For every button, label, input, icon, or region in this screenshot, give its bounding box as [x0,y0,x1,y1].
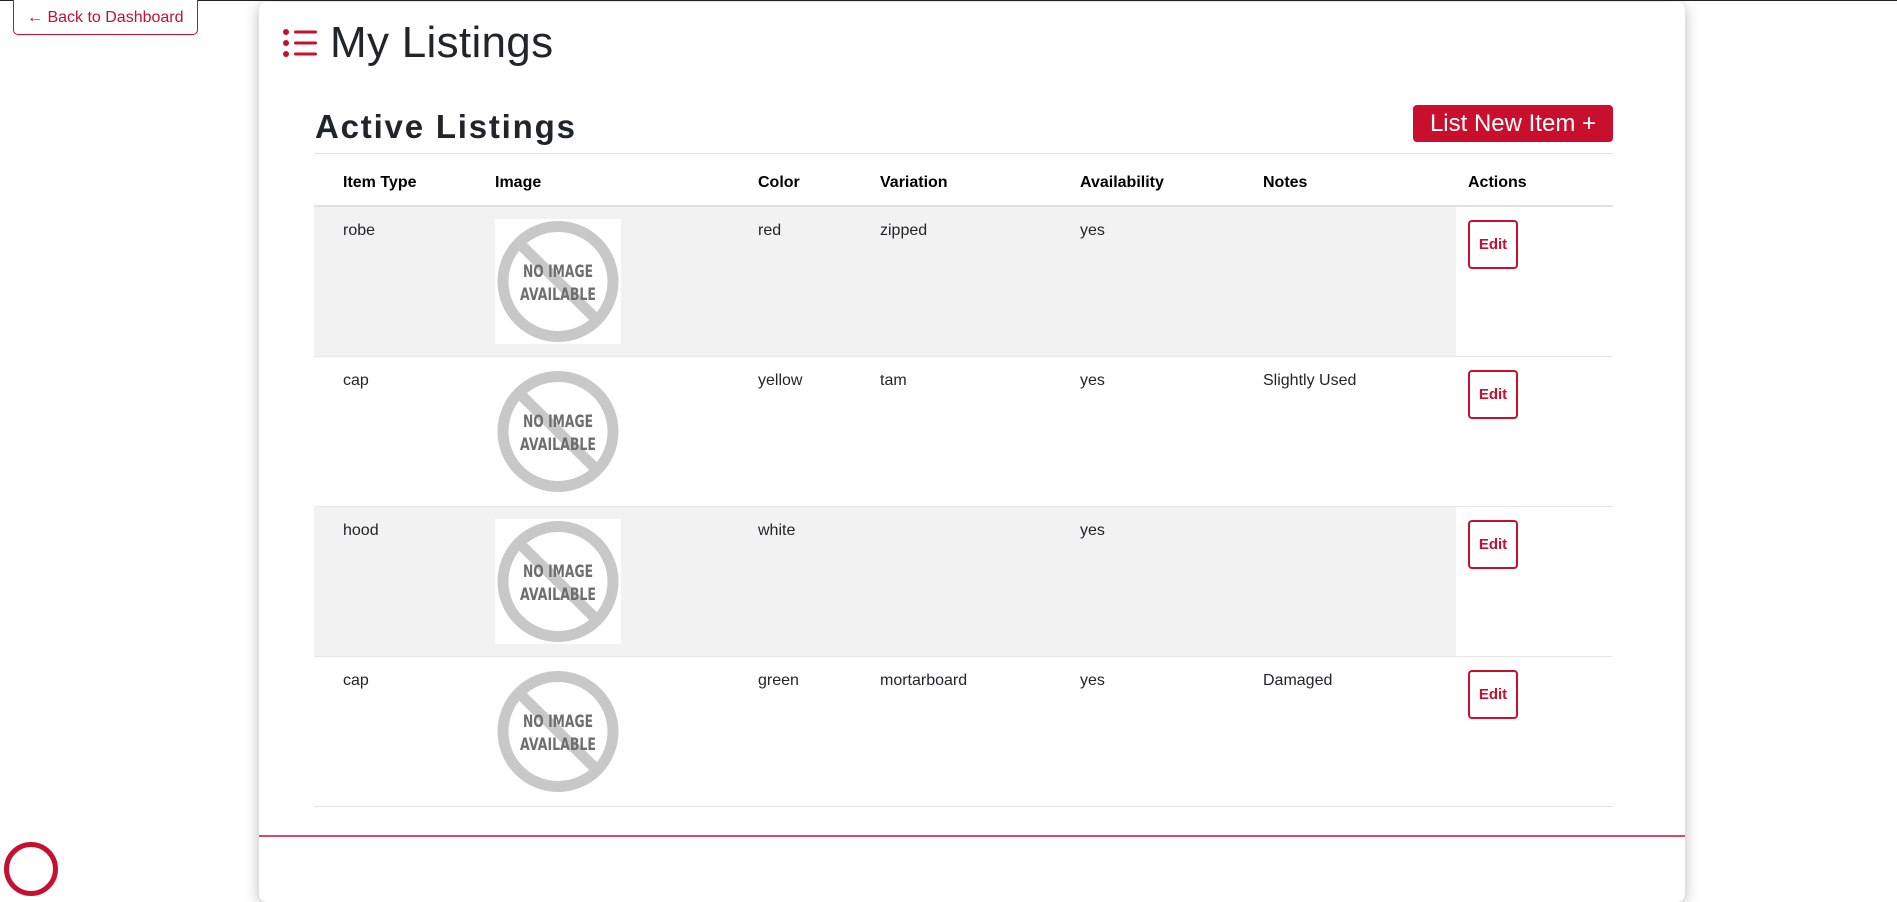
cell-color: red [746,206,868,357]
cell-availability: yes [1068,206,1251,357]
cell-availability: yes [1068,356,1251,507]
table-row: hood NO IMAGE AVAILABLE white yes Edit [314,506,1613,657]
no-image-text-line1: NO IMAGE [523,712,593,732]
back-to-dashboard-button[interactable]: ← Back to Dashboard [13,0,198,35]
cell-actions: Edit [1456,656,1613,807]
cell-variation: zipped [868,206,1068,357]
no-image-text-line1: NO IMAGE [523,562,593,582]
card-bottom-divider [259,835,1685,837]
header-actions: Actions [1456,154,1613,207]
cell-color: green [746,656,868,807]
header-color: Color [746,154,868,207]
cell-notes: Damaged [1251,656,1456,807]
no-image-text-line2: AVAILABLE [520,735,596,755]
no-image-placeholder-icon: NO IMAGE AVAILABLE [495,219,621,344]
cell-notes [1251,206,1456,357]
edit-button[interactable]: Edit [1468,669,1518,719]
cell-notes: Slightly Used [1251,356,1456,507]
cell-actions: Edit [1456,206,1613,357]
header-variation: Variation [868,154,1068,207]
cell-item-type: cap [314,656,483,807]
cell-color: yellow [746,356,868,507]
edit-button[interactable]: Edit [1468,519,1518,569]
list-new-item-button[interactable]: List New Item + [1412,105,1613,142]
cell-image: NO IMAGE AVAILABLE [483,506,746,657]
cell-image: NO IMAGE AVAILABLE [483,656,746,807]
header-notes: Notes [1251,154,1456,207]
no-image-text-line2: AVAILABLE [520,585,596,605]
table-row: cap NO IMAGE AVAILABLE green mortarboard… [314,656,1613,807]
cell-image: NO IMAGE AVAILABLE [483,206,746,357]
header-image: Image [483,154,746,207]
edit-button[interactable]: Edit [1468,220,1518,269]
help-circle-icon[interactable] [4,842,58,896]
cell-color: white [746,506,868,657]
cell-image: NO IMAGE AVAILABLE [483,356,746,507]
top-border [0,0,1897,1]
table-header-row: Item Type Image Color Variation Availabi… [314,154,1613,207]
section-title: Active Listings [315,108,577,145]
cell-item-type: robe [314,206,483,357]
cell-variation [868,506,1068,657]
cell-item-type: hood [314,506,483,657]
header-item-type: Item Type [314,154,483,207]
cell-notes [1251,506,1456,657]
cell-actions: Edit [1456,506,1613,657]
no-image-text-line2: AVAILABLE [520,285,596,305]
listings-card: My Listings Active Listings List New Ite… [259,2,1685,902]
edit-button[interactable]: Edit [1468,369,1518,419]
header-availability: Availability [1068,154,1251,207]
no-image-text-line1: NO IMAGE [523,412,593,432]
listings-table: Item Type Image Color Variation Availabi… [314,153,1613,807]
no-image-placeholder-icon: NO IMAGE AVAILABLE [495,668,621,794]
list-icon [283,29,317,57]
no-image-placeholder-icon: NO IMAGE AVAILABLE [495,518,621,644]
table-row: robe NO IMAGE AVAILABLE red zipped yes E… [314,206,1613,357]
no-image-text-line2: AVAILABLE [520,435,596,455]
no-image-text-line1: NO IMAGE [523,262,593,282]
cell-item-type: cap [314,356,483,507]
cell-variation: tam [868,356,1068,507]
no-image-placeholder-icon: NO IMAGE AVAILABLE [495,368,621,494]
table-row: cap NO IMAGE AVAILABLE yellow tam yes Sl… [314,356,1613,507]
cell-actions: Edit [1456,356,1613,507]
cell-variation: mortarboard [868,656,1068,807]
page-title: My Listings [330,18,554,67]
cell-availability: yes [1068,506,1251,657]
page-header: My Listings [282,20,553,66]
cell-availability: yes [1068,656,1251,807]
